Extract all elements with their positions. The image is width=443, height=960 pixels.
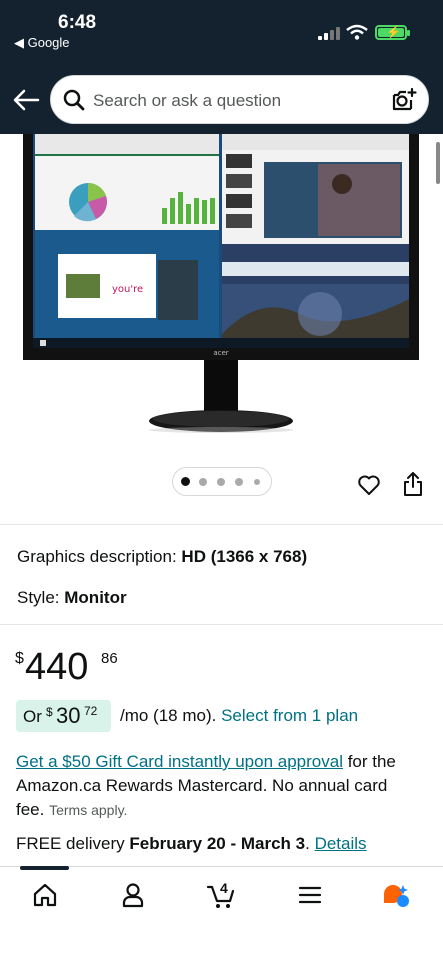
delivery-details-link[interactable]: Details: [315, 834, 367, 853]
image-carousel-indicator[interactable]: [172, 467, 272, 496]
installment-currency: $: [46, 705, 53, 719]
style-label: Style:: [17, 588, 60, 607]
graphics-label: Graphics description:: [17, 547, 177, 566]
battery-icon: ⚡: [375, 25, 407, 40]
graphics-row[interactable]: Graphics description: HD (1366 x 768): [17, 547, 307, 567]
price-currency: $: [15, 650, 24, 667]
style-value: Monitor: [64, 588, 127, 607]
carousel-dot[interactable]: [235, 478, 243, 486]
account-icon[interactable]: [118, 880, 148, 910]
svg-text:you're: you're: [112, 284, 143, 295]
select-plan-link[interactable]: Select from 1 plan: [221, 706, 358, 725]
status-time: 6:48: [58, 12, 97, 33]
back-to-google-link[interactable]: ◀ Google: [14, 35, 70, 51]
installment-or: Or: [23, 707, 42, 726]
divider: [0, 524, 443, 525]
search-icon: [63, 89, 85, 111]
scrollbar[interactable]: [436, 142, 440, 184]
camera-lens-icon[interactable]: [391, 87, 417, 113]
home-icon[interactable]: [30, 880, 60, 910]
back-arrow-icon[interactable]: [12, 88, 40, 112]
rufus-icon[interactable]: [381, 880, 411, 910]
gift-card-link[interactable]: Get a $50 Gift Card instantly upon appro…: [16, 752, 343, 771]
signal-icon: [318, 26, 340, 40]
carousel-dot-active[interactable]: [181, 477, 190, 486]
divider: [0, 624, 443, 625]
cart-count: 4: [220, 880, 228, 896]
price-whole: 440: [25, 646, 89, 688]
top-bar: 6:48 ◀ Google ⚡ Search or ask a question: [0, 0, 443, 134]
share-icon[interactable]: [401, 471, 425, 497]
carousel-dot[interactable]: [217, 478, 225, 486]
product-image[interactable]: you're acer: [0, 134, 443, 454]
terms-apply[interactable]: Terms apply.: [49, 802, 127, 818]
gift-card-promo: Get a $50 Gift Card instantly upon appro…: [16, 750, 416, 822]
price-fraction: 86: [101, 650, 118, 667]
search-bar[interactable]: Search or ask a question: [50, 75, 429, 124]
carousel-dot[interactable]: [254, 479, 260, 485]
style-row[interactable]: Style: Monitor: [17, 588, 127, 608]
installment-term: /mo (18 mo).: [120, 706, 217, 725]
carousel-dot[interactable]: [199, 478, 207, 486]
search-input[interactable]: Search or ask a question: [93, 91, 281, 111]
delivery-prefix: FREE delivery: [16, 834, 130, 853]
installment-details: /mo (18 mo). Select from 1 plan: [120, 706, 358, 726]
delivery-info: FREE delivery February 20 - March 3. Det…: [16, 834, 367, 854]
monitor-illustration: you're acer: [23, 134, 419, 433]
heart-icon[interactable]: [357, 473, 381, 497]
active-tab-indicator: [20, 866, 69, 870]
wifi-icon: [346, 24, 368, 40]
installment-whole: 30: [56, 703, 81, 728]
delivery-dates: February 20 - March 3: [129, 834, 306, 853]
svg-text:acer: acer: [213, 349, 228, 357]
menu-icon[interactable]: [295, 880, 325, 910]
delivery-separator: .: [305, 834, 315, 853]
installment-fraction: 72: [84, 704, 98, 718]
installment-badge: Or $ 30 72: [16, 700, 111, 732]
graphics-value: HD (1366 x 768): [181, 547, 308, 566]
